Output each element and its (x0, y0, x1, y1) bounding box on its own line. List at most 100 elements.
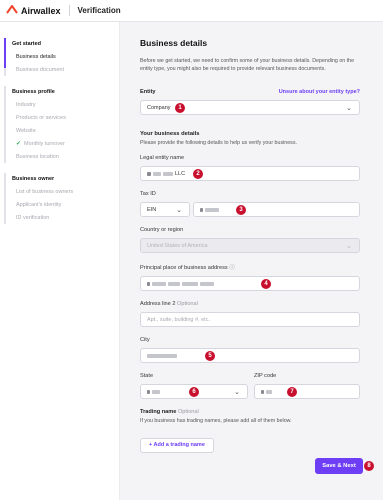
business-details-form: Business details Before we get started, … (140, 38, 360, 453)
sidebar-item-label: Monthly turnover (24, 140, 65, 147)
entity-label: Entity (140, 89, 156, 95)
annotation-badge-6: 6 (189, 387, 199, 397)
redacted-text (266, 389, 272, 394)
sidebar-item-website[interactable]: Website (0, 124, 119, 137)
page-title: Verification (77, 6, 121, 15)
zip-input[interactable]: 7 (254, 384, 360, 399)
annotation-badge-8: 8 (364, 461, 374, 471)
annotation-badge-1: 1 (175, 103, 185, 113)
state-zip-row: State ⌄ 6 ZIP code 7 (140, 373, 360, 399)
sidebar-item-business-details[interactable]: Business details (0, 50, 119, 63)
entity-select[interactable]: Company ⌄ 1 (140, 100, 360, 115)
form-title: Business details (140, 38, 208, 48)
progress-rail (4, 86, 6, 163)
redacted-text (200, 281, 214, 286)
optional-tag: Optional (177, 409, 199, 415)
annotation-badge-7: 7 (287, 387, 297, 397)
annotation-badge-4: 4 (261, 279, 271, 289)
zip-group: ZIP code 7 (254, 373, 360, 399)
redacted-text (163, 171, 173, 176)
header-divider (68, 5, 70, 16)
sidebar-section-title: Business profile (12, 89, 55, 95)
state-group: State ⌄ 6 (140, 373, 248, 399)
trading-name-text: If you business has trading names, pleas… (140, 418, 292, 424)
redacted-text (182, 281, 198, 286)
annotation-badge-5: 5 (205, 351, 215, 361)
save-next-button[interactable]: Save & Next (315, 458, 363, 474)
redacted-text (147, 353, 177, 358)
add-trading-name-button[interactable]: + Add a trading name (140, 437, 214, 453)
sidebar-section-title: Business owner (12, 176, 55, 182)
tax-id-row: EIN ⌄ 3 (140, 202, 360, 217)
redacted-text (152, 281, 166, 286)
country-label: Country or region (140, 227, 184, 233)
annotation-badge-2: 2 (193, 169, 203, 179)
city-input[interactable]: 5 (140, 348, 360, 363)
sidebar-item-products[interactable]: Products or services (0, 111, 119, 124)
main-content: Business details Before we get started, … (120, 22, 383, 500)
sidebar-item-business-owners[interactable]: List of business owners (0, 185, 119, 198)
tax-id-label: Tax ID (140, 191, 156, 197)
sidebar: Get started Business details Business do… (0, 22, 120, 500)
redacted-text (147, 389, 150, 394)
country-value: United States of America (147, 242, 208, 249)
brand-name: Airwallex (21, 5, 61, 16)
address-line2-input[interactable]: Apt., suite, building #, etc. (140, 312, 360, 327)
progress-rail-active (4, 38, 6, 68)
chevron-down-icon: ⌄ (346, 105, 352, 112)
airwallex-logo-icon (6, 4, 18, 16)
your-details-heading: Your business details (140, 131, 200, 137)
legal-name-input[interactable]: LLC 2 (140, 166, 360, 181)
trading-name-label: Trading name Optional (140, 409, 199, 415)
entity-help-link[interactable]: Unsure about your entity type? (279, 89, 360, 95)
trading-name-label-text: Trading name (140, 409, 177, 415)
redacted-text (147, 171, 151, 176)
sidebar-item-business-location[interactable]: Business location (0, 150, 119, 163)
entity-value: Company (147, 104, 171, 111)
sidebar-item-id-verification[interactable]: ID verification (0, 211, 119, 224)
address-line2-label: Address line 2 Optional (140, 301, 198, 307)
sidebar-section-title: Get started (12, 41, 42, 47)
tax-id-type-value: EIN (147, 206, 157, 213)
redacted-text (205, 207, 219, 212)
redacted-text (261, 389, 264, 394)
progress-rail (4, 173, 6, 224)
sidebar-item-applicant-identity[interactable]: Applicant's identity (0, 198, 119, 211)
your-details-text: Please provide the following details to … (140, 140, 297, 146)
info-icon[interactable]: ⓘ (229, 265, 235, 271)
redacted-text (168, 281, 180, 286)
optional-tag: Optional (177, 301, 198, 307)
checkmark-icon: ✓ (16, 141, 22, 147)
state-select[interactable]: ⌄ 6 (140, 384, 248, 399)
principal-address-label: Principal place of business address ⓘ (140, 263, 235, 271)
sidebar-item-business-document[interactable]: Business document (0, 63, 119, 76)
sidebar-section-business-profile: Business profile Industry Products or se… (0, 86, 119, 163)
sidebar-item-industry[interactable]: Industry (0, 98, 119, 111)
brand-logo[interactable]: Airwallex (6, 4, 61, 16)
address-line2-placeholder: Apt., suite, building #, etc. (147, 316, 210, 323)
principal-address-input[interactable]: 4 (140, 276, 360, 291)
state-label: State (140, 373, 154, 379)
redacted-text (152, 389, 160, 394)
legal-name-label: Legal entity name (140, 155, 185, 161)
tax-id-type-select[interactable]: EIN ⌄ (140, 202, 190, 217)
sidebar-section-get-started: Get started Business details Business do… (0, 38, 119, 76)
legal-name-suffix: LLC (175, 170, 186, 177)
sidebar-item-monthly-turnover[interactable]: ✓ Monthly turnover (0, 137, 119, 150)
chevron-down-icon: ⌄ (346, 243, 352, 250)
chevron-down-icon: ⌄ (176, 207, 182, 214)
zip-label: ZIP code (254, 373, 277, 379)
annotation-badge-3: 3 (236, 205, 246, 215)
city-label: City (140, 337, 150, 343)
chevron-down-icon: ⌄ (234, 389, 240, 396)
form-intro: Before we get started, we need to confir… (140, 58, 355, 72)
redacted-text (200, 207, 203, 212)
top-bar: Airwallex Verification (0, 0, 383, 22)
address-line2-label-text: Address line 2 (140, 301, 176, 307)
sidebar-section-business-owner: Business owner List of business owners A… (0, 173, 119, 224)
principal-address-label-text: Principal place of business address (140, 265, 228, 271)
tax-id-input[interactable]: 3 (193, 202, 360, 217)
country-select[interactable]: United States of America ⌄ (140, 238, 360, 253)
redacted-text (147, 281, 150, 286)
redacted-text (153, 171, 161, 176)
